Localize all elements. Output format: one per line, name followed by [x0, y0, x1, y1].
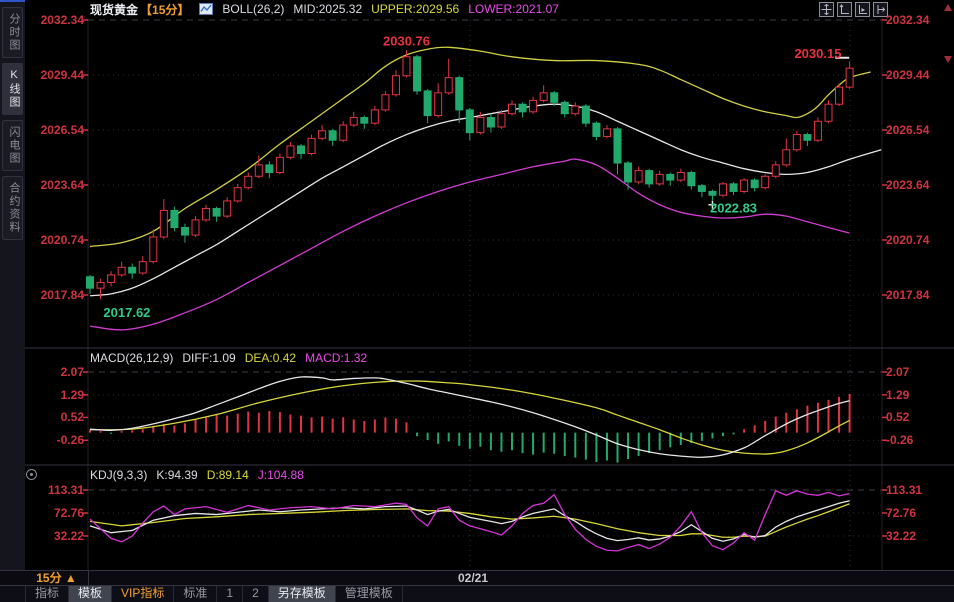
tab-standard[interactable]: 标准	[174, 586, 217, 602]
trading-terminal: 分时图 K线图 闪电图 合约资料 现货黄金 【15分】 BOLL(26,2) M…	[0, 0, 954, 602]
time-axis: 15分 ▲ 02/21	[0, 570, 954, 586]
template-tab-bar: 指标 模板 VIP指标 标准 1 2 另存模板 管理模板	[0, 586, 954, 602]
date-axis-label: 02/21	[458, 571, 488, 585]
kdj-k-value: K:94.39	[156, 468, 197, 482]
kdj-d-value: D:89.14	[207, 468, 249, 482]
indicator-chart-icon[interactable]	[199, 3, 213, 15]
kdj-indicator-header: KDJ(9,3,3) K:94.39 D:89.14 J:104.88	[90, 468, 304, 482]
period-label: 【15分】	[140, 1, 189, 18]
macd-name: MACD(26,12,9)	[90, 351, 173, 365]
svg-text:2022.83: 2022.83	[710, 201, 757, 216]
chart-canvas[interactable]: 2030.76 2030.15 2022.83 2017.62	[0, 0, 954, 602]
symbol-title: 现货黄金	[90, 1, 138, 18]
boll-upper-value: UPPER:2029.56	[371, 2, 459, 16]
tab-vip-indicators[interactable]: VIP指标	[112, 586, 174, 602]
period-selector[interactable]: 15分 ▲	[25, 571, 89, 585]
macd-dea-value: DEA:0.42	[245, 351, 296, 365]
chart-header: 现货黄金 【15分】 BOLL(26,2) MID:2025.32 UPPER:…	[25, 0, 954, 18]
tab-save-template[interactable]: 另存模板	[269, 586, 336, 602]
axis-scroll-up-marker[interactable]	[944, 4, 952, 11]
boll-mid-value: MID:2025.32	[293, 2, 362, 16]
tab-templates[interactable]: 模板	[69, 586, 112, 602]
macd-indicator-header: MACD(26,12,9) DIFF:1.09 DEA:0.42 MACD:1.…	[90, 351, 367, 365]
svg-text:2030.15: 2030.15	[794, 46, 841, 61]
boll-indicator-label: BOLL(26,2)	[222, 2, 284, 16]
tab-1[interactable]: 1	[217, 586, 243, 602]
tab-indicators[interactable]: 指标	[25, 586, 69, 602]
tab-2[interactable]: 2	[243, 586, 269, 602]
kdj-name: KDJ(9,3,3)	[90, 468, 147, 482]
svg-text:2030.76: 2030.76	[383, 34, 430, 49]
boll-lower-value: LOWER:2021.07	[468, 2, 559, 16]
kdj-settings-icon[interactable]	[26, 469, 37, 480]
axis-scroll-down-marker[interactable]	[944, 56, 952, 63]
macd-macd-value: MACD:1.32	[305, 351, 367, 365]
macd-diff-value: DIFF:1.09	[182, 351, 235, 365]
tab-manage-templates[interactable]: 管理模板	[336, 586, 403, 602]
svg-text:2017.62: 2017.62	[103, 305, 150, 320]
kdj-j-value: J:104.88	[258, 468, 304, 482]
